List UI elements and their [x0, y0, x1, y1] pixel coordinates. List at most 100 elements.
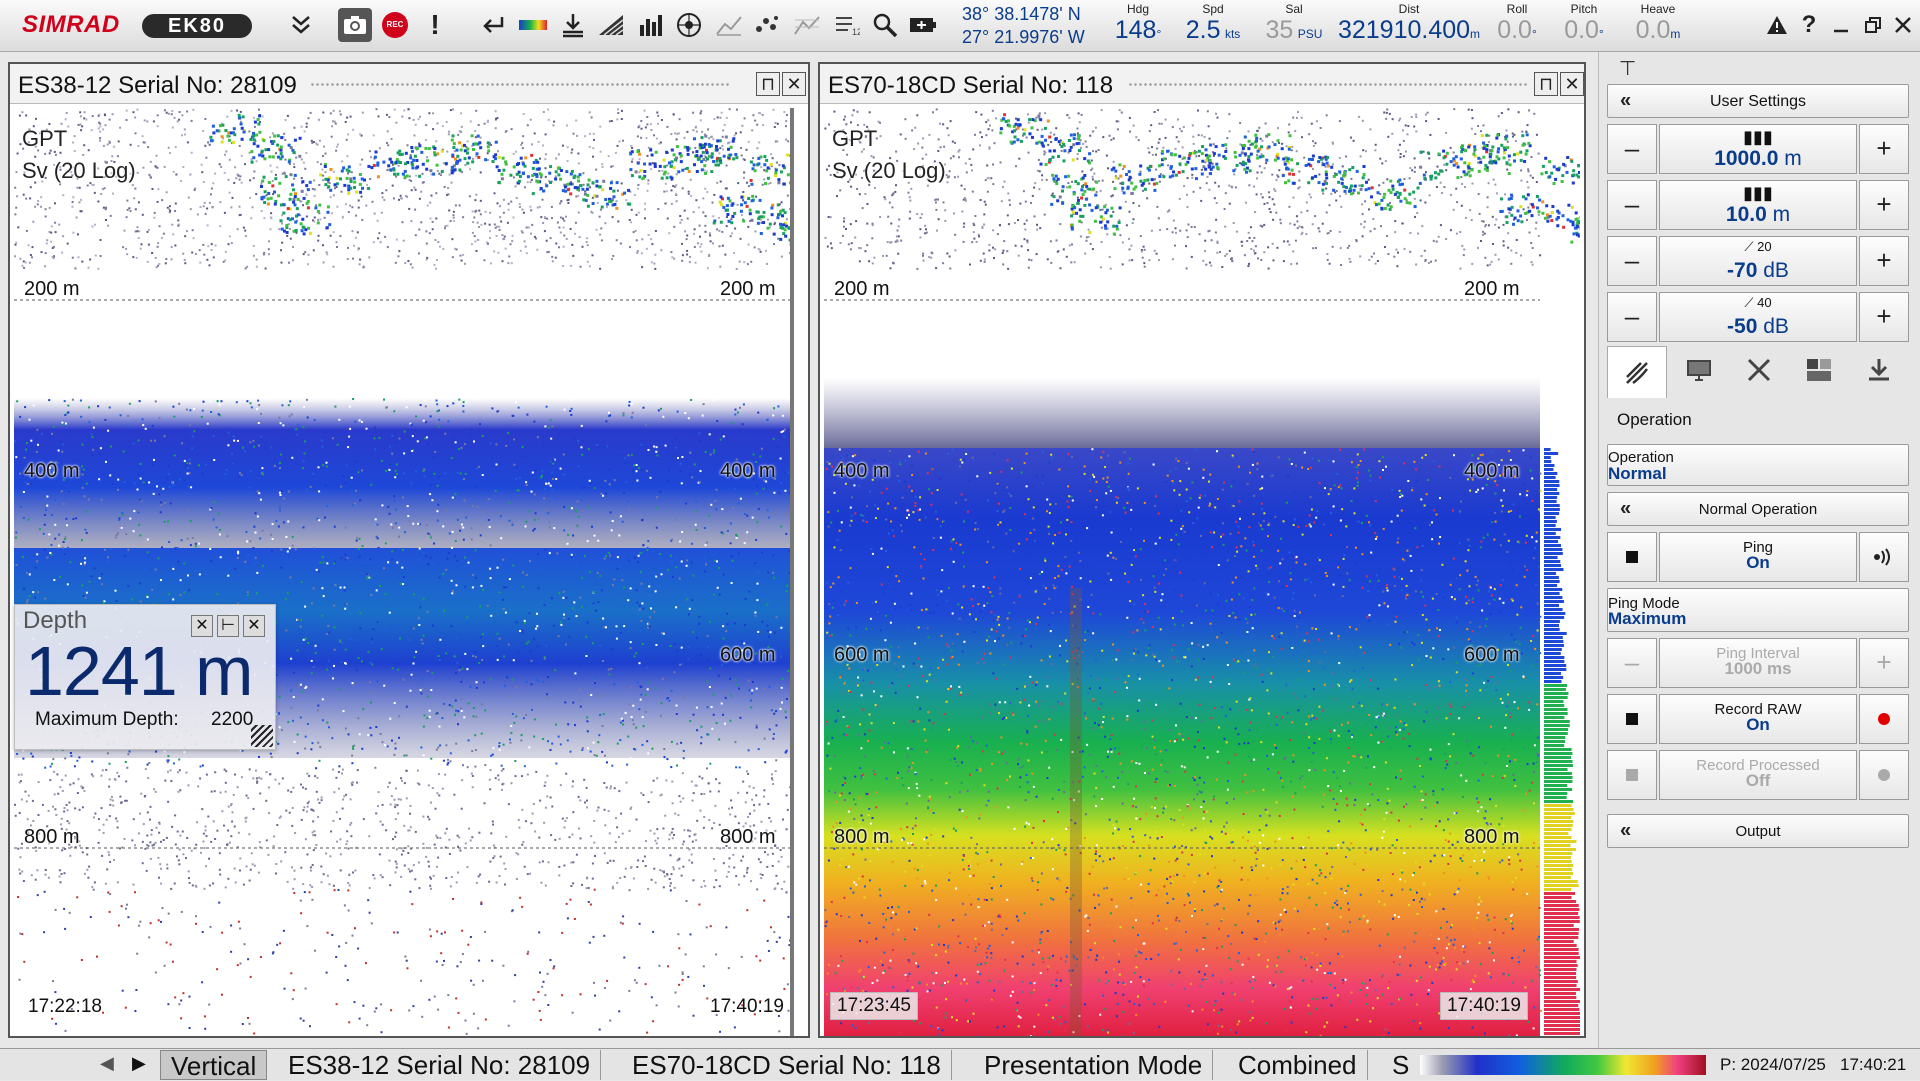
color-scale-icon[interactable] — [516, 8, 550, 42]
ping-interval-decrease-button[interactable]: – — [1607, 638, 1657, 688]
help-icon[interactable]: ? — [1792, 8, 1826, 42]
gain-unit: dB — [1763, 259, 1789, 282]
gain-field[interactable]: ⟋ 20 -70 dB — [1659, 236, 1857, 286]
record-raw-field[interactable]: Record RAW On — [1659, 694, 1857, 744]
tab-combined[interactable]: Combined — [1228, 1050, 1368, 1080]
pin-icon[interactable]: ⊓ — [756, 72, 780, 96]
scroll-right-icon[interactable]: ▶ — [132, 1053, 146, 1074]
echogram-gradient — [824, 448, 1540, 1036]
simrad-logo: SIMRAD — [22, 11, 120, 39]
output-button[interactable]: « Output — [1607, 814, 1909, 848]
salinity-readout: Sal 35 PSU — [1258, 2, 1330, 44]
ping-sound-icon[interactable] — [1859, 532, 1909, 582]
record-icon[interactable]: REC — [378, 8, 412, 42]
list-icon[interactable]: 123 — [830, 8, 864, 42]
line-chart-icon[interactable] — [712, 8, 746, 42]
gain-slope-icon: ⟋ 20 — [1660, 239, 1856, 255]
start-range-decrease-button[interactable]: – — [1607, 180, 1657, 230]
ping-interval-field[interactable]: Ping Interval 1000 ms — [1659, 638, 1857, 688]
display-tab-icon[interactable] — [1669, 346, 1729, 394]
bar-chart-icon[interactable] — [634, 8, 668, 42]
close-icon[interactable] — [1886, 8, 1920, 42]
start-range-increase-button[interactable]: + — [1859, 180, 1909, 230]
stop-icon — [1626, 713, 1638, 725]
tab-es38[interactable]: ES38-12 Serial No: 28109 — [278, 1050, 601, 1080]
echogram-tab-icon[interactable] — [1607, 346, 1667, 398]
depth-value: 1241 m — [25, 631, 252, 711]
tab-s[interactable]: S — [1382, 1050, 1419, 1080]
operation-heading: Operation — [1617, 410, 1692, 430]
drag-grip[interactable] — [1128, 82, 1528, 88]
gain2-increase-button[interactable]: + — [1859, 292, 1909, 342]
close-panel-icon[interactable]: ✕ — [782, 72, 806, 96]
speed-value: 2.5 — [1186, 16, 1221, 44]
depth-window[interactable]: Depth ✕ ⊢ ✕ 1241 m Maximum Depth: 2200 — [14, 604, 276, 750]
gain-value: -70 — [1727, 259, 1757, 282]
record-raw-stop-button[interactable] — [1607, 694, 1657, 744]
range-increase-button[interactable]: + — [1859, 124, 1909, 174]
zoom-icon[interactable] — [868, 8, 902, 42]
echogram-view[interactable]: GPT Sv (20 Log) 200 m 200 m 400 m 400 m … — [14, 108, 794, 1036]
roll-value: 0.0 — [1497, 16, 1532, 44]
setup-tab-icon[interactable] — [1729, 346, 1789, 394]
record-processed-field[interactable]: Record Processed Off — [1659, 750, 1857, 800]
alert-icon[interactable]: ! — [418, 8, 452, 42]
position-readout: 38° 38.1478' N 27° 21.9976' W — [962, 3, 1085, 49]
pin-icon[interactable]: ⊓ — [1534, 72, 1558, 96]
normal-operation-button[interactable]: « Normal Operation — [1607, 492, 1909, 526]
tab-es70[interactable]: ES70-18CD Serial No: 118 — [622, 1050, 952, 1080]
depth-tick: 800 m — [24, 826, 80, 849]
target-icon[interactable] — [672, 8, 706, 42]
gain-increase-button[interactable]: + — [1859, 236, 1909, 286]
echogram-image — [14, 108, 794, 1036]
camera-icon[interactable] — [338, 8, 372, 42]
drag-grip[interactable] — [310, 82, 730, 88]
depth-tick: 400 m — [720, 460, 776, 483]
download-icon[interactable] — [556, 8, 590, 42]
scroll-left-icon[interactable]: ◀ — [100, 1053, 114, 1074]
range-field[interactable]: ▮▮▮ 1000.0 m — [1659, 124, 1857, 174]
record-processed-button[interactable] — [1859, 750, 1909, 800]
warning-icon[interactable] — [1760, 8, 1794, 42]
gain-decrease-button[interactable]: – — [1607, 236, 1657, 286]
record-raw-button[interactable] — [1859, 694, 1909, 744]
vertical-streak — [1070, 588, 1082, 1036]
pitch-label: Pitch — [1556, 2, 1612, 16]
gain2-field[interactable]: ⟋ 40 -50 dB — [1659, 292, 1857, 342]
expand-chevrons-icon[interactable] — [284, 8, 318, 42]
svg-text:123: 123 — [852, 27, 860, 36]
tab-vertical[interactable]: Vertical — [160, 1050, 267, 1080]
gain2-decrease-button[interactable]: – — [1607, 292, 1657, 342]
start-range-field[interactable]: ▮▮▮ 10.0 m — [1659, 180, 1857, 230]
status-date: P: 2024/07/25 — [1720, 1055, 1826, 1075]
operation-button[interactable]: Operation Normal — [1607, 444, 1909, 486]
close-panel-icon[interactable]: ✕ — [1560, 72, 1584, 96]
resize-handle-icon[interactable] — [251, 725, 273, 747]
ping-stop-button[interactable] — [1607, 532, 1657, 582]
ping-mode-button[interactable]: Ping Mode Maximum — [1607, 588, 1909, 632]
install-tab-icon[interactable] — [1849, 346, 1909, 394]
battery-icon[interactable] — [906, 8, 940, 42]
tvg-gain2-control: – ⟋ 40 -50 dB + — [1607, 292, 1909, 342]
start-range-unit: m — [1773, 203, 1791, 226]
return-icon[interactable] — [476, 8, 510, 42]
scatter-icon[interactable] — [750, 8, 784, 42]
grid-chart-icon[interactable] — [790, 8, 824, 42]
hatch-icon[interactable] — [594, 8, 628, 42]
record-dot-icon — [1878, 713, 1890, 725]
range-value: 1000.0 — [1714, 147, 1778, 170]
ping-field[interactable]: Ping On — [1659, 532, 1857, 582]
heave-unit: m — [1670, 27, 1680, 41]
echogram-view[interactable]: GPT Sv (20 Log) 200 m 200 m 400 m 400 m … — [824, 108, 1580, 1036]
tab-presentation-mode[interactable]: Presentation Mode — [974, 1050, 1213, 1080]
minimize-icon[interactable] — [1824, 8, 1858, 42]
time-end: 17:40:19 — [704, 994, 790, 1020]
restore-icon[interactable] — [1856, 8, 1890, 42]
roll-readout: Roll 0.0° — [1490, 2, 1544, 44]
record-processed-stop-button[interactable] — [1607, 750, 1657, 800]
pin-panel-icon[interactable]: ⊤ — [1619, 56, 1636, 81]
user-settings-button[interactable]: « User Settings — [1607, 84, 1909, 118]
ping-interval-increase-button[interactable]: + — [1859, 638, 1909, 688]
range-decrease-button[interactable]: – — [1607, 124, 1657, 174]
windows-tab-icon[interactable] — [1789, 346, 1849, 394]
